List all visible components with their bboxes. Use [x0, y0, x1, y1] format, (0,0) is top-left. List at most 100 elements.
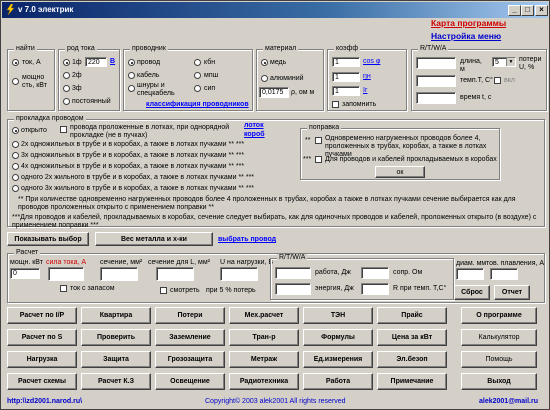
resist-input[interactable] — [361, 267, 389, 279]
laying-3core-radio[interactable] — [12, 185, 19, 192]
metal-weight-button[interactable]: Вес металла и х-ки — [95, 232, 213, 246]
length-input[interactable] — [416, 57, 456, 69]
material-copper-radio[interactable] — [261, 59, 268, 66]
mech-calc-button[interactable]: Мех.расчет — [229, 307, 299, 324]
conductor-group: проводник провод кабель шнуры и спецкабе… — [123, 45, 253, 111]
correction-check-1[interactable] — [315, 137, 322, 144]
classification-link[interactable]: классификация проводников — [146, 101, 249, 109]
conductor-sip-radio[interactable] — [194, 85, 201, 92]
protection-button[interactable]: Защита — [81, 351, 151, 368]
radio-engineering-button[interactable]: Радиотехника — [229, 373, 299, 390]
conductor-kbn-radio[interactable] — [194, 59, 201, 66]
calc-ip-button[interactable]: Расчет по I/P — [7, 307, 77, 324]
remember-checkbox[interactable] — [332, 101, 339, 108]
conductor-mpsh-radio[interactable] — [194, 72, 201, 79]
apartment-button[interactable]: Квартира — [81, 307, 151, 324]
temp-input[interactable] — [416, 75, 456, 87]
show-choice-button[interactable]: Показывать выбор — [7, 232, 89, 246]
lightning-protection-button[interactable]: Грозозащита — [155, 351, 225, 368]
correction-check-2[interactable] — [315, 156, 322, 163]
laying-2x-radio[interactable] — [12, 141, 19, 148]
tray-link[interactable]: лоток — [244, 122, 264, 130]
vkl-checkbox[interactable] — [494, 77, 501, 84]
minimize-button[interactable]: _ — [508, 5, 521, 16]
box-link[interactable]: короб — [244, 131, 265, 139]
coef-input-2[interactable]: 1 — [332, 72, 360, 82]
choose-wire-link[interactable]: выбрать провод — [218, 236, 276, 244]
correction-ok-button[interactable]: ок — [375, 166, 425, 178]
grounding-button[interactable]: Заземление — [155, 329, 225, 346]
about-button[interactable]: О программе — [461, 307, 537, 324]
resistivity-input[interactable]: 0,0175 — [259, 87, 289, 98]
formulas-button[interactable]: Формулы — [303, 329, 373, 346]
losses-combo[interactable]: 5 ▼ — [492, 57, 516, 67]
price-button[interactable]: Прайс — [377, 307, 447, 324]
exit-button[interactable]: Выход — [461, 373, 537, 390]
calculator-button[interactable]: Калькулятор — [461, 329, 537, 346]
time-input[interactable] — [416, 92, 456, 104]
coef-input-1[interactable]: 1 — [332, 57, 360, 67]
ten-button[interactable]: ТЭН — [303, 307, 373, 324]
close-button[interactable]: × — [535, 5, 548, 16]
tray-checkbox[interactable] — [60, 126, 67, 133]
current-3f-radio[interactable] — [63, 85, 70, 92]
coef-cos-link[interactable]: cos φ — [363, 58, 380, 66]
conductor-cable-radio[interactable] — [128, 72, 135, 79]
section-length-input[interactable] — [156, 267, 194, 281]
diameter-input[interactable] — [456, 268, 484, 280]
load-button[interactable]: Нагрузка — [7, 351, 77, 368]
current-dc-radio[interactable] — [63, 98, 70, 105]
report-button[interactable]: Отчет — [494, 285, 530, 300]
r-temp-input[interactable] — [361, 283, 389, 295]
load-voltage-input[interactable] — [220, 267, 258, 281]
conductor-wire-radio[interactable] — [128, 59, 135, 66]
laying-open-radio[interactable] — [12, 127, 19, 134]
section-input[interactable] — [100, 267, 138, 281]
calc-scheme-button[interactable]: Расчет схемы — [7, 373, 77, 390]
conductor-cord-radio[interactable] — [128, 85, 135, 92]
work-input[interactable] — [275, 267, 311, 279]
melt-temp-input[interactable] — [490, 268, 518, 280]
diameter-label: диам. мм — [456, 260, 487, 267]
current-1f-radio[interactable] — [63, 59, 70, 66]
current-2f-radio[interactable] — [63, 72, 70, 79]
note-button[interactable]: Примечание — [377, 373, 447, 390]
chevron-down-icon[interactable]: ▼ — [506, 58, 515, 66]
transformer-button[interactable]: Тран-р — [229, 329, 299, 346]
power-input[interactable]: 0 — [10, 268, 40, 279]
coef-eta-link[interactable]: ηн — [363, 73, 371, 81]
help-button[interactable]: Помощь — [461, 351, 537, 368]
laying-2core-radio[interactable] — [12, 174, 19, 181]
el-safety-button[interactable]: Эл.безоп — [377, 351, 447, 368]
footage-button[interactable]: Метраж — [229, 351, 299, 368]
check-button[interactable]: Проверить — [81, 329, 151, 346]
find-current-radio[interactable] — [12, 59, 19, 66]
laying-3x-radio[interactable] — [12, 152, 19, 159]
find-power-radio[interactable] — [12, 78, 19, 85]
maximize-button[interactable]: □ — [521, 5, 534, 16]
program-map-link[interactable]: Карта программы — [431, 19, 506, 28]
laying-4x-radio[interactable] — [12, 163, 19, 170]
menu-settings-link[interactable]: Настройка меню — [431, 32, 501, 41]
look-checkbox[interactable] — [160, 287, 167, 294]
voltage-unit-link[interactable]: В — [110, 58, 115, 66]
price-kwt-button[interactable]: Цена за кВт — [377, 329, 447, 346]
material-aluminium-radio[interactable] — [261, 75, 268, 82]
with-reserve-checkbox[interactable] — [60, 285, 67, 292]
energy-input[interactable] — [275, 283, 311, 295]
conductor-label: проводник — [130, 45, 168, 52]
footer-url-link[interactable]: http:\\zd2001.narod.ru\ — [7, 398, 82, 406]
calc-kz-button[interactable]: Расчет К.З — [81, 373, 151, 390]
coef-ig-link[interactable]: Iг — [363, 87, 368, 95]
units-button[interactable]: Ед.измерения — [303, 351, 373, 368]
reset-button[interactable]: Сброс — [454, 285, 490, 300]
footer-email-link[interactable]: alek2001@mail.ru — [479, 398, 538, 406]
temp-label: темп.T, C° — [460, 77, 493, 84]
voltage-input[interactable]: 220 — [85, 57, 107, 67]
current-result-input[interactable] — [48, 267, 84, 281]
coef-input-3[interactable]: 1 — [332, 86, 360, 96]
lighting-button[interactable]: Освещение — [155, 373, 225, 390]
calc-s-button[interactable]: Расчет по S — [7, 329, 77, 346]
losses-button[interactable]: Потери — [155, 307, 225, 324]
work-button[interactable]: Работа — [303, 373, 373, 390]
